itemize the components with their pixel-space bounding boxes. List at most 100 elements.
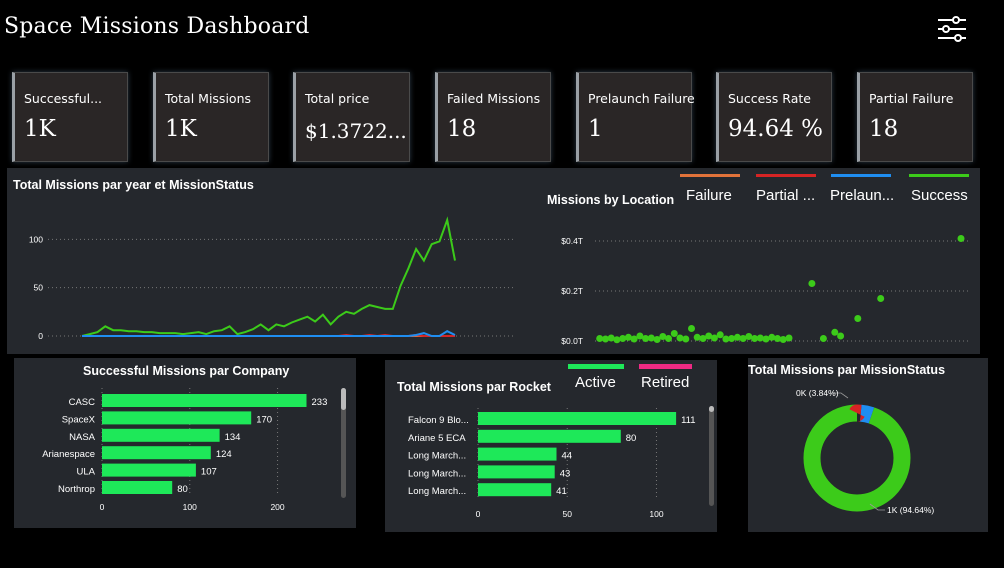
data-label: 124 — [216, 449, 232, 460]
bar — [478, 465, 555, 479]
bar — [102, 428, 220, 442]
scatter-point — [682, 335, 690, 343]
scatter-point — [693, 333, 701, 341]
y-tick-label: $0.2T — [561, 286, 583, 296]
slice-label: 0K (3.84%) — [796, 388, 839, 398]
scatter-point — [688, 325, 695, 332]
bar — [102, 394, 307, 407]
kpi-label: Prelaunch Failure — [588, 91, 695, 106]
status-donut-chart[interactable]: 0K (3.84%) 1K (94.64%) — [748, 358, 988, 532]
category-label: Long March... — [408, 451, 466, 462]
donut-slice — [803, 404, 911, 512]
company-bar-chart[interactable]: 0 100 200 CASC 233 SpaceX 170 NASA 134 Arianespac… — [14, 358, 334, 528]
kpi-label: Partial Failure — [869, 91, 954, 106]
y-tick-label: 100 — [29, 234, 43, 244]
kpi-value: 1K — [24, 116, 56, 142]
kpi-card-failed-missions[interactable]: Failed Missions 18 — [435, 72, 551, 162]
page-title: Space Missions Dashboard — [4, 14, 310, 39]
bar — [478, 483, 552, 497]
category-label: NASA — [69, 432, 96, 443]
bar — [478, 412, 677, 425]
legend-swatch-success — [909, 174, 969, 177]
category-label: Arianespace — [42, 449, 95, 460]
company-scrollbar[interactable] — [341, 388, 346, 498]
kpi-label: Successful... — [24, 91, 103, 106]
x-tick-label: 200 — [270, 502, 284, 512]
x-tick-label: 50 — [562, 509, 572, 519]
category-label: ULA — [77, 467, 96, 478]
kpi-value: 1 — [588, 116, 603, 142]
legend-item-active[interactable]: Active — [575, 374, 616, 391]
kpi-card-successful[interactable]: Successful... 1K — [12, 72, 128, 162]
slice-label: 1K (94.64%) — [887, 505, 934, 515]
category-label: Falcon 9 Blo... — [408, 415, 469, 426]
x-tick-label: 100 — [649, 509, 663, 519]
kpi-label: Success Rate — [728, 91, 811, 106]
kpi-value: $1.3722... — [305, 119, 407, 143]
scatter-point — [613, 336, 621, 344]
data-label: 170 — [256, 414, 272, 425]
kpi-card-partial-failure[interactable]: Partial Failure 18 — [857, 72, 973, 162]
data-label: 41 — [556, 486, 567, 497]
scatter-point — [808, 280, 816, 287]
scatter-point — [877, 295, 885, 302]
scatter-point — [670, 330, 678, 337]
x-tick-label: 0 — [100, 502, 105, 512]
scrollbar-thumb[interactable] — [341, 388, 346, 410]
bar — [102, 481, 173, 494]
category-label: Ariane 5 ECA — [408, 433, 466, 444]
kpi-card-prelaunch-failure[interactable]: Prelaunch Failure 1 — [576, 72, 695, 162]
data-label: 80 — [626, 433, 637, 444]
legend-item-retired[interactable]: Retired — [641, 374, 689, 391]
scatter-point — [957, 235, 965, 242]
legend-item-partial[interactable]: Partial ... — [756, 187, 815, 204]
legend-swatch-failure — [680, 174, 740, 177]
data-label: 233 — [312, 397, 328, 408]
y-tick-label: 0 — [38, 331, 43, 341]
kpi-value: 94.64 % — [728, 116, 824, 142]
data-label: 134 — [225, 432, 241, 443]
kpi-card-total-missions[interactable]: Total Missions 1K — [153, 72, 269, 162]
category-label: Northrop — [58, 484, 95, 495]
legend-item-prelaunch[interactable]: Prelaun... — [830, 187, 894, 204]
bar — [102, 411, 252, 425]
y-tick-label: $0.0T — [561, 336, 583, 346]
sliders-icon[interactable] — [934, 14, 970, 44]
y-tick-label: $0.4T — [561, 236, 583, 246]
data-label: 43 — [560, 468, 571, 479]
kpi-label: Total price — [305, 91, 370, 106]
kpi-value: 18 — [447, 116, 477, 142]
scatter-point — [665, 335, 672, 342]
kpi-label: Total Missions — [165, 91, 252, 106]
legend-swatch-active — [568, 364, 624, 369]
series-line — [81, 216, 456, 337]
scrollbar-thumb[interactable] — [709, 406, 714, 412]
rocket-scrollbar[interactable] — [709, 406, 714, 506]
data-label: 111 — [681, 415, 695, 426]
line-chart[interactable]: 0 50 100 — [0, 168, 540, 354]
scatter-point — [831, 328, 839, 336]
category-label: Long March... — [408, 468, 466, 479]
kpi-label: Failed Missions — [447, 91, 541, 106]
scatter-point — [716, 331, 724, 339]
legend-swatch-retired — [639, 364, 692, 369]
x-tick-label: 100 — [183, 502, 197, 512]
category-label: CASC — [69, 397, 96, 408]
category-label: Long March... — [408, 486, 466, 497]
kpi-card-success-rate[interactable]: Success Rate 94.64 % — [716, 72, 832, 162]
bar — [478, 447, 557, 461]
category-label: SpaceX — [62, 414, 96, 425]
bar — [102, 463, 196, 477]
scatter-point — [837, 332, 845, 340]
y-tick-label: 50 — [34, 283, 44, 293]
scatter-point — [785, 334, 793, 342]
legend-item-failure[interactable]: Failure — [686, 187, 732, 204]
kpi-value: 18 — [869, 116, 899, 142]
x-tick-label: 0 — [476, 509, 481, 519]
data-label: 107 — [201, 467, 217, 478]
kpi-card-total-price[interactable]: Total price $1.3722... — [293, 72, 410, 162]
scatter-point — [819, 335, 827, 342]
legend-item-success[interactable]: Success — [911, 187, 968, 204]
bar — [478, 429, 621, 443]
bar — [102, 446, 211, 460]
